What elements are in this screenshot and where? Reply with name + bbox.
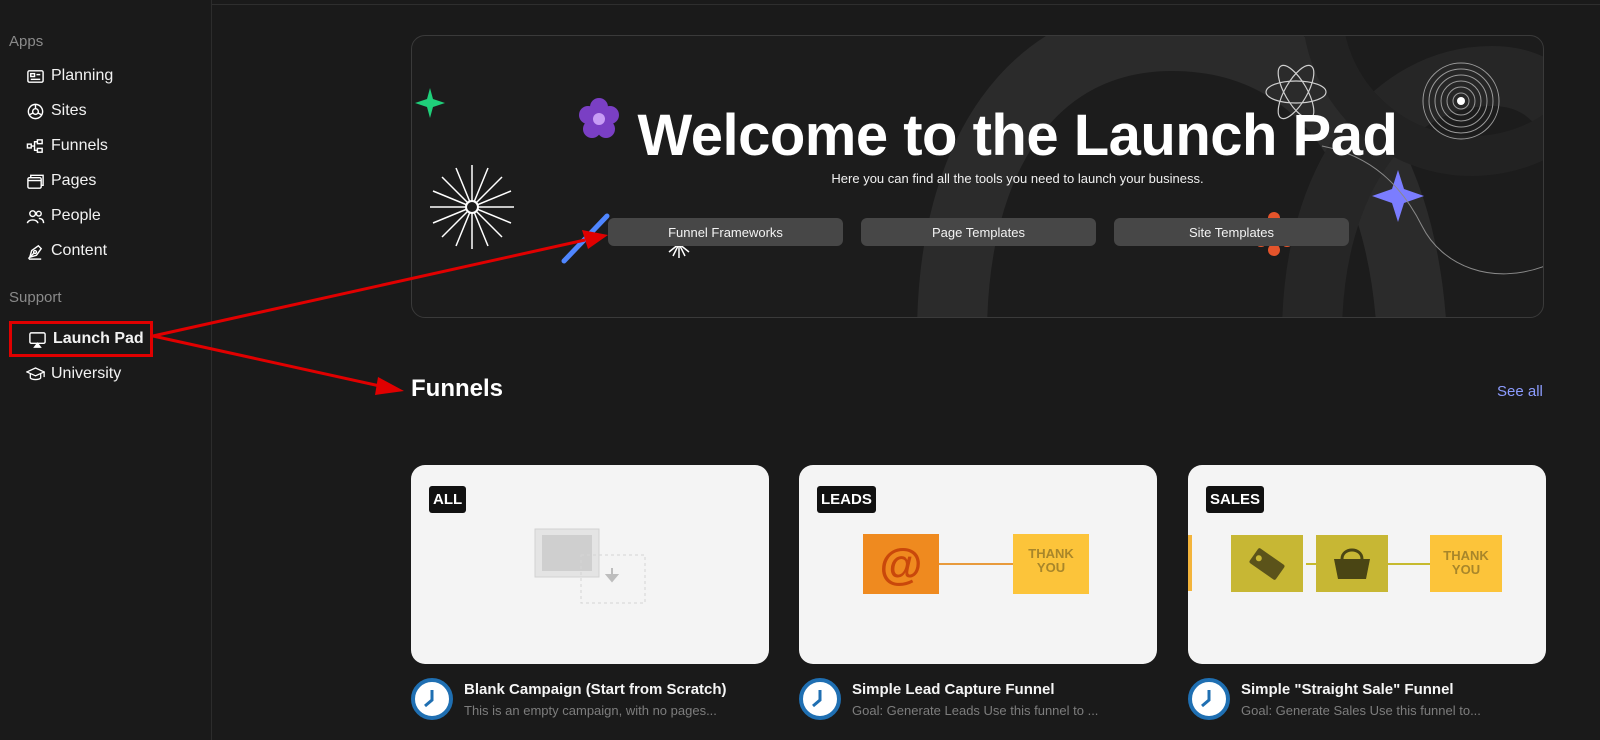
pages-icon xyxy=(27,174,44,189)
sites-icon xyxy=(27,103,44,119)
sidebar-item-university[interactable]: University xyxy=(26,360,121,388)
thank-you-label: THANK YOU xyxy=(1028,546,1074,575)
card-tag: LEADS xyxy=(817,486,876,513)
sidebar-item-label: University xyxy=(51,365,122,382)
funnels-section-title: Funnels xyxy=(411,375,504,402)
card-description: This is an empty campaign, with no pages… xyxy=(464,703,717,718)
sidebar-item-sites[interactable]: Sites xyxy=(26,97,87,125)
blue-stroke-decoration xyxy=(561,213,610,264)
funnel-card-straight-sale[interactable]: SALES THANK YOU xyxy=(1188,465,1546,664)
card-meta-straight-sale: Simple "Straight Sale" Funnel Goal: Gene… xyxy=(1188,678,1546,728)
card-description: Goal: Generate Leads Use this funnel to … xyxy=(852,703,1099,718)
planning-icon xyxy=(27,69,44,83)
banner-subtitle: Here you can find all the tools you need… xyxy=(831,171,1204,186)
funnels-icon xyxy=(26,138,43,153)
content-icon xyxy=(27,244,43,260)
page-templates-button[interactable]: Page Templates xyxy=(861,218,1096,246)
sidebar-item-label: Planning xyxy=(51,67,114,84)
sidebar-item-planning[interactable]: Planning xyxy=(26,62,113,90)
see-all-link[interactable]: See all xyxy=(1497,383,1543,400)
sidebar-item-people[interactable]: People xyxy=(26,202,101,230)
card-meta-blank: Blank Campaign (Start from Scratch) This… xyxy=(411,678,769,728)
apps-section-label: Apps xyxy=(9,33,44,50)
people-icon xyxy=(26,209,45,223)
support-section-label: Support xyxy=(9,289,62,306)
card-meta-lead-capture: Simple Lead Capture Funnel Goal: Generat… xyxy=(799,678,1157,728)
sidebar-item-launch-pad[interactable]: Launch Pad xyxy=(9,321,153,357)
card-title[interactable]: Blank Campaign (Start from Scratch) xyxy=(464,681,727,698)
card-tag: SALES xyxy=(1206,486,1265,513)
site-templates-button[interactable]: Site Templates xyxy=(1114,218,1349,246)
card-description: Goal: Generate Sales Use this funnel to.… xyxy=(1241,703,1481,718)
card-title[interactable]: Simple "Straight Sale" Funnel xyxy=(1241,681,1454,698)
card-title[interactable]: Simple Lead Capture Funnel xyxy=(852,681,1055,698)
header-divider xyxy=(212,4,1600,5)
funnel-card-blank[interactable]: ALL xyxy=(411,465,769,664)
funnel-frameworks-button[interactable]: Funnel Frameworks xyxy=(608,218,843,246)
annotation-arrowhead xyxy=(375,377,404,395)
clock-icon xyxy=(1188,678,1230,720)
clock-icon xyxy=(799,678,841,720)
clock-icon xyxy=(411,678,453,720)
sidebar-item-label: Content xyxy=(51,242,108,259)
sidebar-item-label: Pages xyxy=(51,172,97,189)
funnel-card-lead-capture[interactable]: @ LEADS THANK YOU xyxy=(799,465,1157,664)
sidebar-item-label: Launch Pad xyxy=(53,330,144,347)
sidebar-item-funnels[interactable]: Funnels xyxy=(26,132,108,160)
banner-title: Welcome to the Launch Pad xyxy=(637,103,1398,168)
sidebar-item-content[interactable]: Content xyxy=(26,237,107,265)
email-at-icon: @ xyxy=(880,540,923,589)
card-tag: ALL xyxy=(429,486,467,513)
sidebar: Apps Planning Sites Funnels Pages People… xyxy=(0,0,212,740)
sidebar-item-label: Sites xyxy=(51,102,87,119)
sidebar-item-pages[interactable]: Pages xyxy=(26,167,96,195)
launchpad-icon xyxy=(29,331,46,348)
launch-pad-banner: Welcome to the Launch Pad Here you can f… xyxy=(411,35,1544,318)
thank-you-label: THANK YOU xyxy=(1443,548,1489,577)
sidebar-item-label: People xyxy=(51,207,101,224)
university-icon xyxy=(26,366,45,380)
sidebar-item-label: Funnels xyxy=(51,137,108,154)
